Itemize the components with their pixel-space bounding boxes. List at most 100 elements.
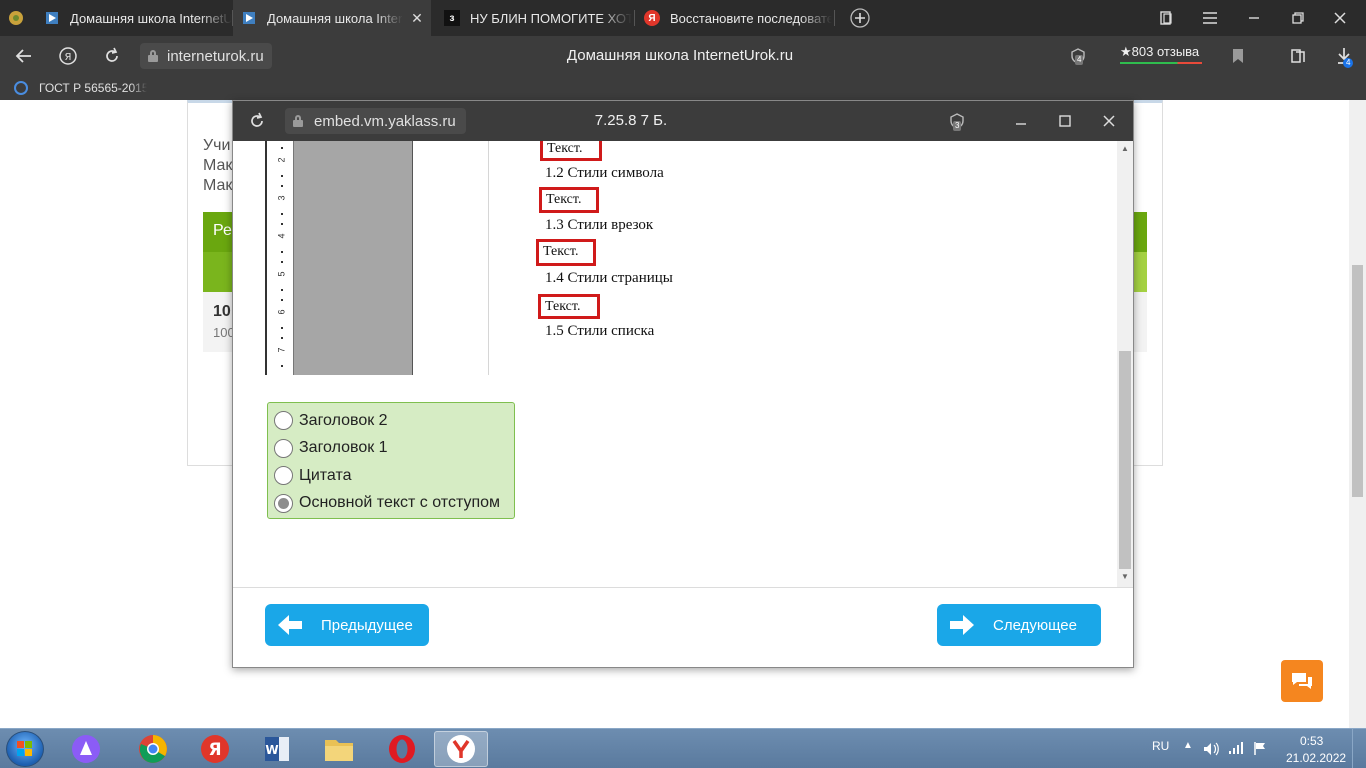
svg-text:Я: Я (208, 740, 221, 760)
document-list-item: 1.3 Стили врезок (545, 217, 654, 233)
popup-minimize-icon[interactable] (1003, 101, 1039, 141)
highlighted-text-box: Текст. (539, 187, 599, 213)
svg-text:W: W (265, 743, 278, 757)
restore-icon[interactable] (1278, 0, 1318, 36)
tab-internetUrok-1[interactable]: Домашняя школа InternetUrok (36, 0, 232, 36)
browser-menu-icon[interactable] (0, 0, 32, 36)
ruler-number: 3 (276, 195, 287, 201)
answer-option-selected[interactable]: Основной текст с отступом (268, 490, 514, 518)
action-center-icon[interactable] (1252, 740, 1268, 759)
document-list-item: 1.2 Стили символа (545, 165, 664, 181)
language-indicator[interactable]: RU (1152, 739, 1169, 753)
bg-text-line: Учи (203, 137, 231, 154)
previous-button[interactable]: Предыдущее (265, 604, 429, 646)
yandex-button-icon[interactable]: Я (50, 36, 86, 76)
lock-icon (148, 50, 158, 62)
popup-titlebar: embed.vm.yaklass.ru 7.25.8 7 Б. 3 (233, 101, 1133, 141)
answer-option[interactable]: Заголовок 2 (268, 407, 514, 435)
page-scrollbar[interactable] (1349, 100, 1366, 728)
minimize-icon[interactable] (1234, 0, 1274, 36)
bookmark-icon[interactable] (1220, 36, 1256, 76)
radio-button[interactable] (274, 411, 293, 431)
clock-time[interactable]: 0:53 (1300, 734, 1323, 748)
tab-yandex[interactable]: Я Восстановите последовательность (636, 0, 832, 36)
vertical-ruler: 2 3 4 5 6 7 (265, 141, 293, 375)
radio-button[interactable] (274, 466, 293, 486)
popup-maximize-icon[interactable] (1047, 101, 1083, 141)
tab-title: НУ БЛИН ПОМОГИТЕ ХОТЬ (470, 10, 632, 26)
bookmark-item[interactable]: ГОСТ Р 56565-2015 (14, 76, 147, 100)
bg-text-line: Мак (203, 157, 233, 174)
document-margin (293, 141, 413, 375)
ruler-number: 7 (276, 347, 287, 353)
content-scrollbar[interactable]: ▲ ▼ (1117, 141, 1133, 587)
taskbar-explorer-icon[interactable] (313, 731, 365, 767)
windows-taskbar: Я W RU ▲ 0:53 21.02.2022 (0, 728, 1366, 768)
browser-tab-bar: Домашняя школа InternetUrok Домашняя шко… (0, 0, 1366, 36)
start-button[interactable] (6, 731, 44, 767)
answer-options: Заголовок 2 Заголовок 1 Цитата Основной … (267, 402, 515, 519)
popup-url-field[interactable]: embed.vm.yaklass.ru (285, 108, 466, 134)
popup-protect-badge: 3 (953, 121, 962, 131)
radio-button-checked[interactable] (274, 493, 293, 513)
radio-button[interactable] (274, 438, 293, 458)
bookmarks-bar: ГОСТ Р 56565-2015 (0, 76, 1366, 100)
address-bar: Я interneturok.ru Домашняя школа Interne… (0, 36, 1366, 76)
bookmark-label: ГОСТ Р 56565-2015 (39, 81, 147, 95)
url-field[interactable]: interneturok.ru (140, 43, 272, 69)
answer-option[interactable]: Заголовок 1 (268, 435, 514, 463)
bg-text-line: Мак (203, 177, 233, 194)
taskbar-word-icon[interactable]: W (251, 731, 303, 767)
menu-icon[interactable] (1190, 0, 1230, 36)
next-button[interactable]: Следующее (937, 604, 1101, 646)
scroll-up-icon[interactable]: ▲ (1121, 144, 1129, 153)
highlighted-text-box: Текст. (540, 141, 602, 161)
new-tab-icon[interactable] (840, 0, 880, 36)
taskbar-chrome-icon[interactable] (127, 731, 179, 767)
taskbar-yandex-icon[interactable]: Я (189, 731, 241, 767)
popup-url-text: embed.vm.yaklass.ru (314, 112, 456, 130)
reviews-link[interactable]: ★803 отзыва (1120, 44, 1199, 60)
lock-icon (293, 115, 303, 127)
taskbar-alice-icon[interactable] (60, 731, 112, 767)
znanija-favicon-icon: з (444, 10, 460, 26)
back-icon[interactable] (6, 36, 42, 76)
downloads-icon[interactable] (1326, 36, 1362, 76)
collections-bookmark-icon[interactable] (1280, 36, 1316, 76)
tray-expand-icon[interactable]: ▲ (1183, 740, 1193, 751)
answer-option[interactable]: Цитата (268, 462, 514, 490)
show-desktop-button[interactable] (1352, 729, 1366, 768)
tab-title: Домашняя школа InternetUrok (70, 10, 232, 26)
chat-button[interactable] (1281, 660, 1323, 702)
task-content: 2 3 4 5 6 7 Текст. 1.2 Стили символа Тек… (233, 141, 1133, 587)
arrow-left-icon (278, 615, 302, 635)
popup-reload-icon[interactable] (239, 101, 275, 141)
close-tab-icon[interactable]: ✕ (409, 10, 425, 27)
reload-icon[interactable] (94, 36, 130, 76)
taskbar-opera-icon[interactable] (376, 731, 428, 767)
scroll-down-icon[interactable]: ▼ (1121, 572, 1129, 581)
ruler-number: 6 (276, 309, 287, 315)
volume-icon[interactable] (1202, 741, 1220, 760)
previous-button-label: Предыдущее (321, 616, 413, 634)
url-text: interneturok.ru (167, 47, 264, 65)
chat-icon (1292, 673, 1312, 689)
close-window-icon[interactable] (1320, 0, 1360, 36)
taskbar-yandex-browser-icon[interactable] (434, 731, 488, 767)
tab-znanija[interactable]: з НУ БЛИН ПОМОГИТЕ ХОТЬ (436, 0, 632, 36)
answer-option-label: Заголовок 1 (299, 439, 388, 457)
collections-icon[interactable] (1146, 0, 1186, 36)
tab-title: Домашняя школа InternetUrok (267, 10, 403, 26)
protect-badge: 4 (1075, 55, 1084, 65)
clock-date[interactable]: 21.02.2022 (1286, 751, 1346, 765)
highlighted-text-box: Текст. (536, 239, 596, 266)
network-icon[interactable] (1228, 741, 1244, 758)
arrow-right-icon (950, 615, 974, 635)
page-scrollbar-thumb[interactable] (1352, 265, 1363, 497)
tab-internetUrok-2[interactable]: Домашняя школа InternetUrok ✕ (233, 0, 431, 36)
popup-close-icon[interactable] (1091, 101, 1127, 141)
content-scrollbar-thumb[interactable] (1119, 351, 1131, 569)
answer-option-label: Цитата (299, 466, 352, 484)
document-list-item: 1.5 Стили списка (545, 323, 655, 339)
document-divider (488, 141, 489, 375)
